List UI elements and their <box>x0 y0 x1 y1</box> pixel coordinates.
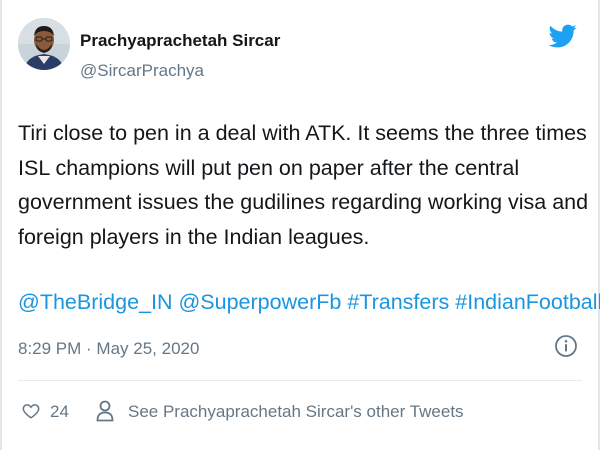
tweet-text-line: foreign players in the Indian leagues. <box>18 224 370 249</box>
author-name[interactable]: Prachyaprachetah Sircar <box>80 31 280 51</box>
person-icon <box>96 400 114 422</box>
tweet-text-line: Tiri close to pen in a deal with ATK. It… <box>18 121 587 145</box>
mention-superpowerfb-link[interactable]: @SuperpowerFb <box>178 290 341 314</box>
tweet-text-line: government issues the gudilines regardin… <box>18 190 589 214</box>
other-tweets-link[interactable]: See Prachyaprachetah Sircar's other Twee… <box>128 402 464 422</box>
author-handle[interactable]: @SircarPrachya <box>80 61 204 81</box>
hashtag-transfers-link[interactable]: #Transfers <box>347 290 449 314</box>
tweet-links: @TheBridge_IN @SuperpowerFb #Transfers #… <box>18 288 600 316</box>
heart-icon[interactable] <box>22 402 40 420</box>
mention-thebridge-link[interactable]: @TheBridge_IN <box>18 290 172 314</box>
hashtag-indianfootball-link[interactable]: #IndianFootball <box>455 290 600 314</box>
tweet-text-line: ISL champions will put pen on paper afte… <box>18 155 520 180</box>
tweet-card: Prachyaprachetah Sircar @SircarPrachya T… <box>0 0 600 450</box>
tweet-timestamp[interactable]: 8:29 PM · May 25, 2020 <box>18 339 199 359</box>
divider <box>18 380 582 381</box>
avatar-image <box>18 18 70 70</box>
card-border-left <box>0 0 2 450</box>
like-count: 24 <box>50 402 69 421</box>
tweet-body: Tiri close to pen in a deal with ATK. It… <box>18 116 589 254</box>
avatar[interactable] <box>18 18 70 70</box>
info-icon[interactable] <box>554 334 578 358</box>
twitter-bird-icon[interactable] <box>548 22 578 50</box>
